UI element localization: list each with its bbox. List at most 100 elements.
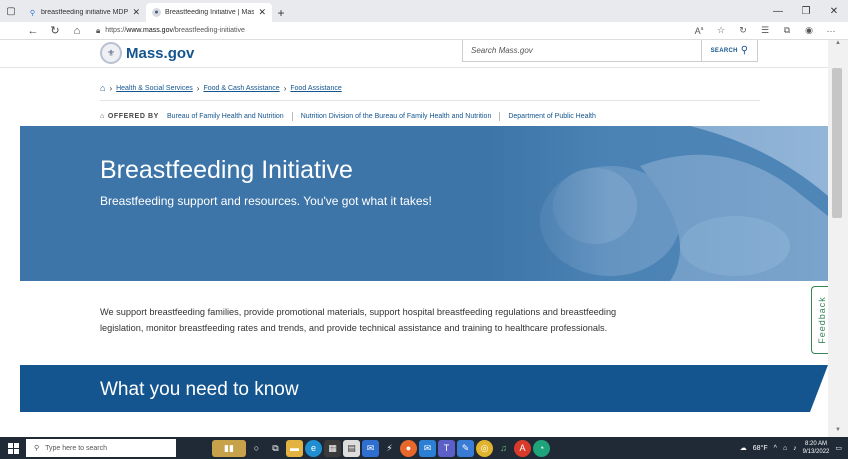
url-host: www.mass.gov: [126, 27, 173, 34]
browser-toolbar: Aa ☆ ↻ ☰ ⧉ ◉ ···: [688, 25, 848, 36]
more-icon[interactable]: ···: [820, 26, 842, 36]
profile-icon[interactable]: ◉: [798, 25, 820, 36]
org-link-bfhn[interactable]: Bureau of Family Health and Nutrition: [167, 113, 284, 120]
breadcrumb-health-social-services[interactable]: Health & Social Services: [116, 85, 193, 92]
breadcrumb-separator: ›: [109, 83, 113, 93]
section-title: What you need to know: [100, 379, 299, 400]
clock[interactable]: 8:20 AM 9/13/2022: [803, 440, 830, 456]
workspaces-icon[interactable]: ▢: [0, 0, 22, 22]
home-icon[interactable]: ⌂: [66, 22, 88, 40]
tab-label: Breastfeeding Initiative | Mass.go: [165, 9, 255, 16]
feedback-button[interactable]: Feedback: [811, 286, 828, 354]
clock-time: 8:20 AM: [805, 441, 828, 447]
acrobat-icon[interactable]: A: [514, 439, 531, 457]
breadcrumb-separator: ›: [283, 83, 287, 93]
mail-icon[interactable]: ✉: [419, 439, 436, 457]
read-aloud-icon[interactable]: Aa: [688, 26, 710, 36]
favorites-icon[interactable]: ☰: [754, 25, 776, 36]
collections-icon[interactable]: ⧉: [776, 25, 798, 36]
scrollbar-thumb[interactable]: [832, 68, 842, 218]
url-field[interactable]: 🔒︎ https://www.mass.gov/breastfeeding-in…: [96, 24, 656, 38]
close-icon[interactable]: ✕: [258, 7, 266, 18]
building-icon: ⌂: [100, 113, 105, 120]
favorite-star-icon[interactable]: ☆: [710, 25, 732, 36]
close-icon[interactable]: ✕: [132, 7, 140, 18]
task-view-icon[interactable]: ⧉: [267, 440, 284, 457]
url-path: /breastfeeding-initiative: [172, 27, 245, 34]
intro-paragraph: We support breastfeeding families, provi…: [100, 307, 617, 333]
org-link-dph[interactable]: Department of Public Health: [508, 113, 596, 120]
web-page: ⚜ Mass.gov Search Mass.gov SEARCH ⚲ ⌂ › …: [0, 40, 828, 437]
org-link-nutrition-division[interactable]: Nutrition Division of the Bureau of Fami…: [301, 113, 492, 120]
page-scrollbar[interactable]: ▲ ▼: [828, 40, 848, 437]
site-logo[interactable]: ⚜ Mass.gov: [100, 42, 194, 64]
breadcrumb-food-cash-assistance[interactable]: Food & Cash Assistance: [203, 85, 279, 92]
bolt-icon[interactable]: ⚡: [381, 440, 398, 457]
page-subtitle: Breastfeeding support and resources. You…: [100, 194, 432, 208]
firefox-icon[interactable]: ●: [400, 439, 417, 457]
section-header-what-you-need-to-know: What you need to know: [20, 365, 828, 412]
close-window-icon[interactable]: ✕: [820, 0, 848, 22]
address-bar: ← ↻ ⌂ 🔒︎ https://www.mass.gov/breastfeed…: [0, 22, 848, 40]
notifications-icon[interactable]: ▭: [835, 444, 842, 452]
new-tab-button[interactable]: +: [272, 3, 290, 22]
search-button[interactable]: SEARCH ⚲: [702, 40, 758, 62]
refresh-icon[interactable]: ↻: [44, 22, 66, 40]
system-tray: ☁ 68°F ^ ⌂ ♪ 8:20 AM 9/13/2022 ▭: [740, 440, 848, 456]
edge-icon[interactable]: e: [305, 439, 322, 457]
chat-icon[interactable]: ✎: [457, 439, 474, 457]
breadcrumb: ⌂ › Health & Social Services › Food & Ca…: [100, 83, 342, 93]
window-controls: — ❐ ✕: [764, 0, 848, 22]
app-icon[interactable]: ♫: [495, 440, 512, 457]
widgets-icon[interactable]: ▮▮: [212, 439, 246, 457]
windows-start-icon[interactable]: [0, 437, 26, 459]
hero-banner: Breastfeeding Initiative Breastfeeding s…: [20, 126, 828, 281]
volume-icon[interactable]: ♪: [793, 445, 797, 452]
chevron-up-icon[interactable]: ^: [774, 445, 777, 452]
clock-date: 9/13/2022: [802, 449, 830, 455]
cortana-icon[interactable]: ○: [248, 440, 265, 457]
breadcrumb-food-assistance[interactable]: Food Assistance: [290, 85, 341, 92]
scroll-up-icon[interactable]: ▲: [828, 40, 848, 50]
taskbar-search-placeholder: Type here to search: [45, 444, 108, 452]
store-icon[interactable]: ▦: [324, 439, 341, 457]
network-icon[interactable]: ⌂: [783, 445, 787, 452]
mass-seal-icon: ●: [152, 8, 161, 17]
divider: [499, 112, 501, 121]
refresh-page-icon[interactable]: ↻: [732, 25, 754, 36]
calendar-icon[interactable]: ▤: [343, 439, 360, 457]
back-arrow-icon[interactable]: ←: [22, 22, 44, 40]
divider: [100, 100, 760, 101]
browser-tab-bar: ▢ ⚲ breastfeeding initiative MDPH ✕ ● Br…: [0, 0, 848, 22]
tab-breastfeeding-initiative[interactable]: ● Breastfeeding Initiative | Mass.go ✕: [146, 3, 272, 22]
tab-label: breastfeeding initiative MDPH: [41, 9, 129, 16]
minimize-icon[interactable]: —: [764, 0, 792, 22]
page-title: Breastfeeding Initiative: [100, 156, 353, 184]
file-explorer-icon[interactable]: ▬: [286, 439, 303, 457]
lock-icon: 🔒︎: [96, 25, 101, 35]
weather-temp[interactable]: 68°F: [753, 445, 768, 452]
taskbar-apps: ▮▮ ○ ⧉ ▬ e ▦ ▤ ✉ ⚡ ● ✉ T ✎ ◎ ♫ A ◔: [212, 439, 550, 457]
outlook-icon[interactable]: ✉: [362, 439, 379, 457]
taskbar-search-input[interactable]: ⚲ Type here to search: [26, 439, 176, 457]
windows-taskbar: ⚲ Type here to search ▮▮ ○ ⧉ ▬ e ▦ ▤ ✉ ⚡…: [0, 437, 848, 459]
scroll-down-icon[interactable]: ▼: [828, 427, 848, 437]
search-input[interactable]: Search Mass.gov: [462, 40, 702, 62]
hero-photo: [490, 126, 828, 281]
screen: ▢ ⚲ breastfeeding initiative MDPH ✕ ● Br…: [0, 0, 848, 459]
tab-search-results[interactable]: ⚲ breastfeeding initiative MDPH ✕: [22, 3, 146, 22]
search-icon: ⚲: [34, 445, 40, 452]
offered-by-label: ⌂ OFFERED BY: [100, 113, 159, 120]
search-icon: ⚲: [29, 9, 36, 17]
feedback-label: Feedback: [816, 296, 827, 344]
browser-icon[interactable]: ◔: [533, 439, 550, 457]
restore-icon[interactable]: ❐: [792, 0, 820, 22]
search-placeholder: Search Mass.gov: [471, 46, 533, 55]
divider: [291, 112, 293, 121]
teams-icon[interactable]: T: [438, 439, 455, 457]
url-scheme: https://: [105, 27, 127, 34]
home-icon[interactable]: ⌂: [100, 83, 105, 93]
site-header: ⚜ Mass.gov Search Mass.gov SEARCH ⚲: [0, 40, 828, 68]
chrome-icon[interactable]: ◎: [476, 439, 493, 457]
offered-by-text: OFFERED BY: [107, 113, 159, 120]
